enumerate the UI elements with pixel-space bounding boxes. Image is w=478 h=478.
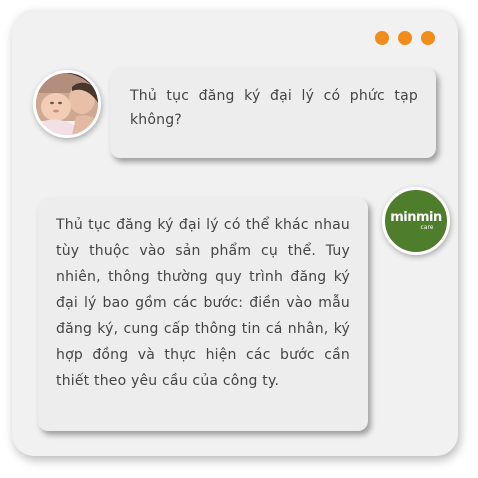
dot-icon: [375, 31, 389, 45]
window-menu[interactable]: [375, 31, 435, 45]
chat-card: Thủ tục đăng ký đại lý có phức tạp không…: [12, 10, 458, 456]
dot-icon: [398, 31, 412, 45]
answer-text: Thủ tục đăng ký đại lý có thể khác nhau …: [56, 217, 350, 389]
brand-logo-text: minmin: [390, 210, 442, 225]
user-avatar: [33, 70, 101, 138]
brand-logo-subtext: care: [420, 224, 434, 231]
answer-bubble: Thủ tục đăng ký đại lý có thể khác nhau …: [38, 198, 368, 431]
brand-avatar: minmin care: [382, 187, 450, 255]
dot-icon: [421, 31, 435, 45]
question-text: Thủ tục đăng ký đại lý có phức tạp không…: [130, 88, 418, 128]
mother-baby-photo-icon: [36, 73, 98, 135]
question-bubble: Thủ tục đăng ký đại lý có phức tạp không…: [110, 68, 436, 158]
